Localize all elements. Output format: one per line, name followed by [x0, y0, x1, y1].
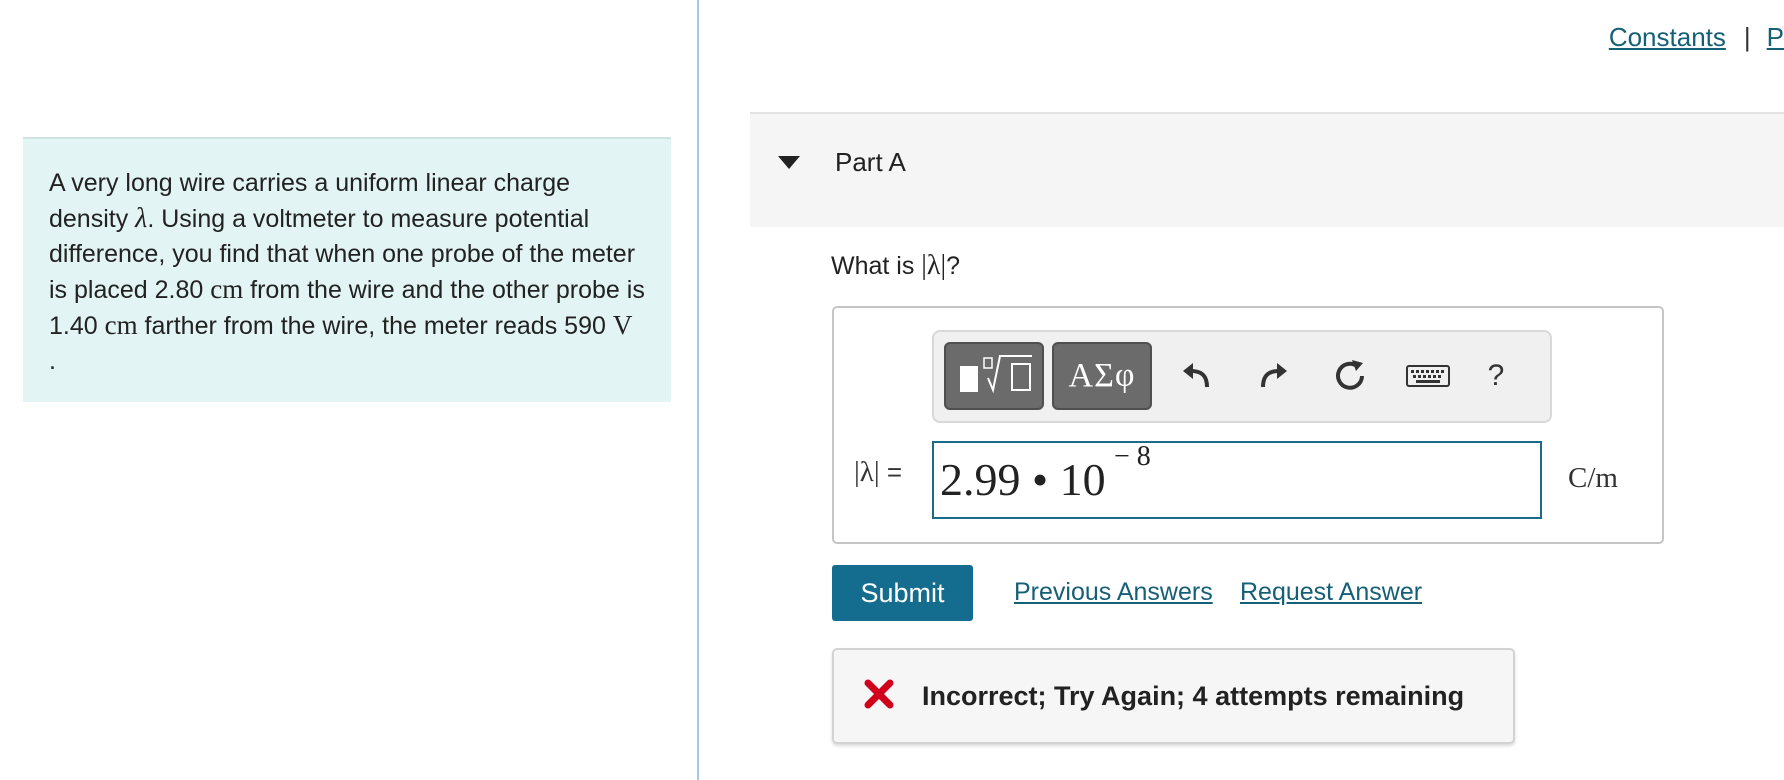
unit-volt: V: [612, 310, 633, 340]
periodic-table-link[interactable]: P: [1767, 22, 1784, 52]
previous-answers-link[interactable]: Previous Answers: [1014, 578, 1213, 607]
answer-label-math: |λ|: [854, 456, 880, 488]
collapse-triangle-icon[interactable]: [778, 156, 800, 169]
answer-mantissa: 2.99 • 10: [940, 454, 1106, 505]
redo-button[interactable]: [1252, 352, 1296, 400]
problem-text-5: .: [49, 347, 56, 375]
unit-cm-2: cm: [104, 310, 138, 340]
question-prefix: What is: [831, 252, 922, 280]
math-toolbar: ΑΣφ ?: [932, 330, 1552, 423]
answer-exponent: − 8: [1114, 441, 1151, 472]
templates-button[interactable]: [944, 342, 1044, 410]
part-title: Part A: [835, 147, 906, 177]
problem-text-4: farther from the wire, the meter reads 5…: [137, 312, 613, 340]
symbols-button[interactable]: ΑΣφ: [1052, 342, 1152, 410]
feedback-box: Incorrect; Try Again; 4 attempts remaini…: [832, 648, 1515, 744]
constants-link[interactable]: Constants: [1609, 22, 1726, 52]
question-text: What is |λ|?: [831, 250, 960, 282]
answer-label-equals: =: [879, 457, 903, 487]
keyboard-button[interactable]: [1400, 352, 1456, 400]
top-links: Constants | P: [1609, 22, 1784, 53]
incorrect-x-icon: [864, 679, 894, 709]
templates-icon: [960, 355, 1032, 394]
link-separator: |: [1743, 22, 1751, 52]
answer-input[interactable]: 2.99 • 10 − 8: [932, 441, 1542, 519]
question-suffix: ?: [946, 252, 960, 280]
submit-button[interactable]: Submit: [832, 565, 973, 621]
undo-icon: [1183, 363, 1209, 388]
unit-cm-1: cm: [210, 274, 244, 304]
redo-icon: [1261, 363, 1287, 388]
feedback-message: Incorrect; Try Again; 4 attempts remaini…: [922, 681, 1465, 711]
symbols-label: ΑΣφ: [1068, 357, 1136, 394]
question-math: |λ|: [921, 250, 947, 281]
problem-statement: A very long wire carries a uniform linea…: [23, 137, 671, 402]
answer-label: |λ| =: [854, 456, 902, 489]
answer-unit: C/m: [1568, 462, 1618, 494]
request-answer-link[interactable]: Request Answer: [1240, 578, 1422, 607]
keyboard-icon: [1406, 365, 1450, 387]
column-divider: [697, 0, 699, 780]
part-a-header[interactable]: Part A: [750, 112, 1784, 227]
reset-button[interactable]: [1328, 352, 1372, 400]
lambda-symbol: λ: [135, 203, 148, 234]
help-button[interactable]: ?: [1474, 352, 1518, 400]
answer-box: ΑΣφ ? |λ| = 2.99 • 10 − 8 C/m: [832, 306, 1664, 544]
reset-icon: [1336, 360, 1364, 390]
undo-button[interactable]: [1174, 352, 1218, 400]
